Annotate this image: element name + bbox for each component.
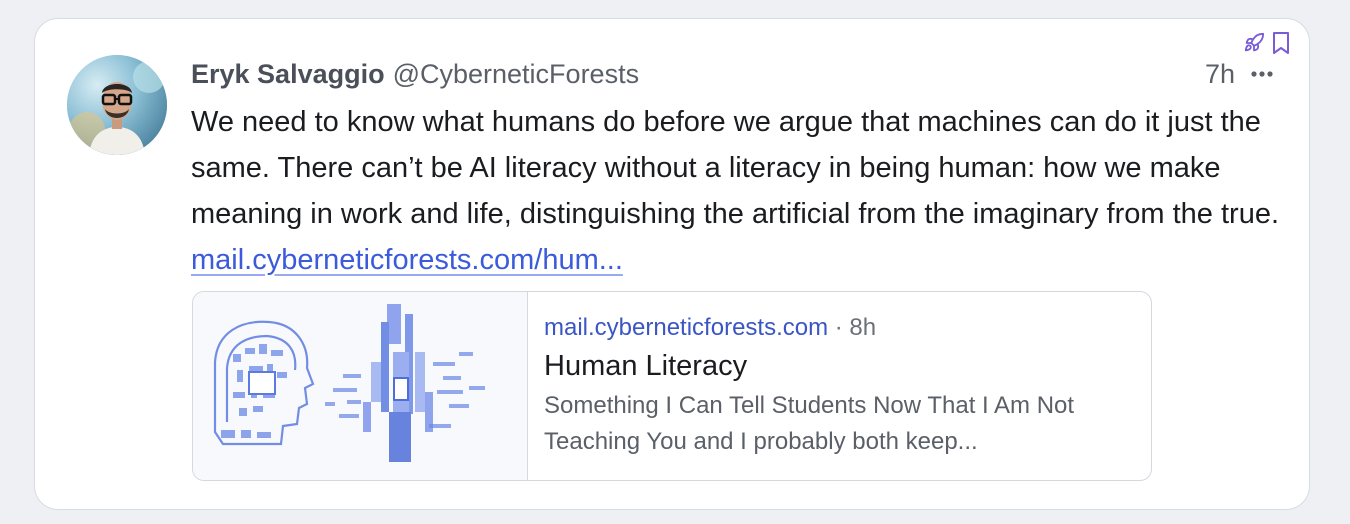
link-preview-image — [193, 292, 528, 480]
author-handle[interactable]: @CyberneticForests — [393, 59, 639, 89]
post-card[interactable]: Eryk Salvaggio @CyberneticForests 7h We n… — [34, 18, 1310, 510]
post-time[interactable]: 7h — [1205, 57, 1235, 91]
link-preview-time: · 8h — [834, 314, 877, 341]
post-link[interactable]: mail.cyberneticforests.com/hum... — [191, 244, 623, 276]
link-preview-title[interactable]: Human Literacy — [544, 346, 1135, 386]
link-preview-body: mail.cyberneticforests.com · 8h Human Li… — [528, 292, 1151, 480]
post-header: Eryk Salvaggio @CyberneticForests — [191, 57, 639, 91]
post-body: We need to know what humans do before we… — [191, 106, 1280, 230]
author-name[interactable]: Eryk Salvaggio — [191, 59, 385, 89]
link-preview-domain[interactable]: mail.cyberneticforests.com — [544, 314, 828, 341]
link-preview-description: Something I Can Tell Students Now That I… — [544, 392, 1075, 455]
bookmark-icon[interactable] — [1271, 31, 1291, 55]
post-actions-top — [1243, 31, 1291, 55]
link-preview-card[interactable]: mail.cyberneticforests.com · 8h Human Li… — [192, 291, 1152, 481]
link-preview-domain-line: mail.cyberneticforests.com · 8h — [544, 312, 1135, 344]
rocket-icon[interactable] — [1243, 32, 1265, 54]
post-text: We need to know what humans do before we… — [191, 99, 1281, 283]
more-icon[interactable] — [1249, 61, 1275, 87]
avatar[interactable] — [67, 55, 167, 155]
